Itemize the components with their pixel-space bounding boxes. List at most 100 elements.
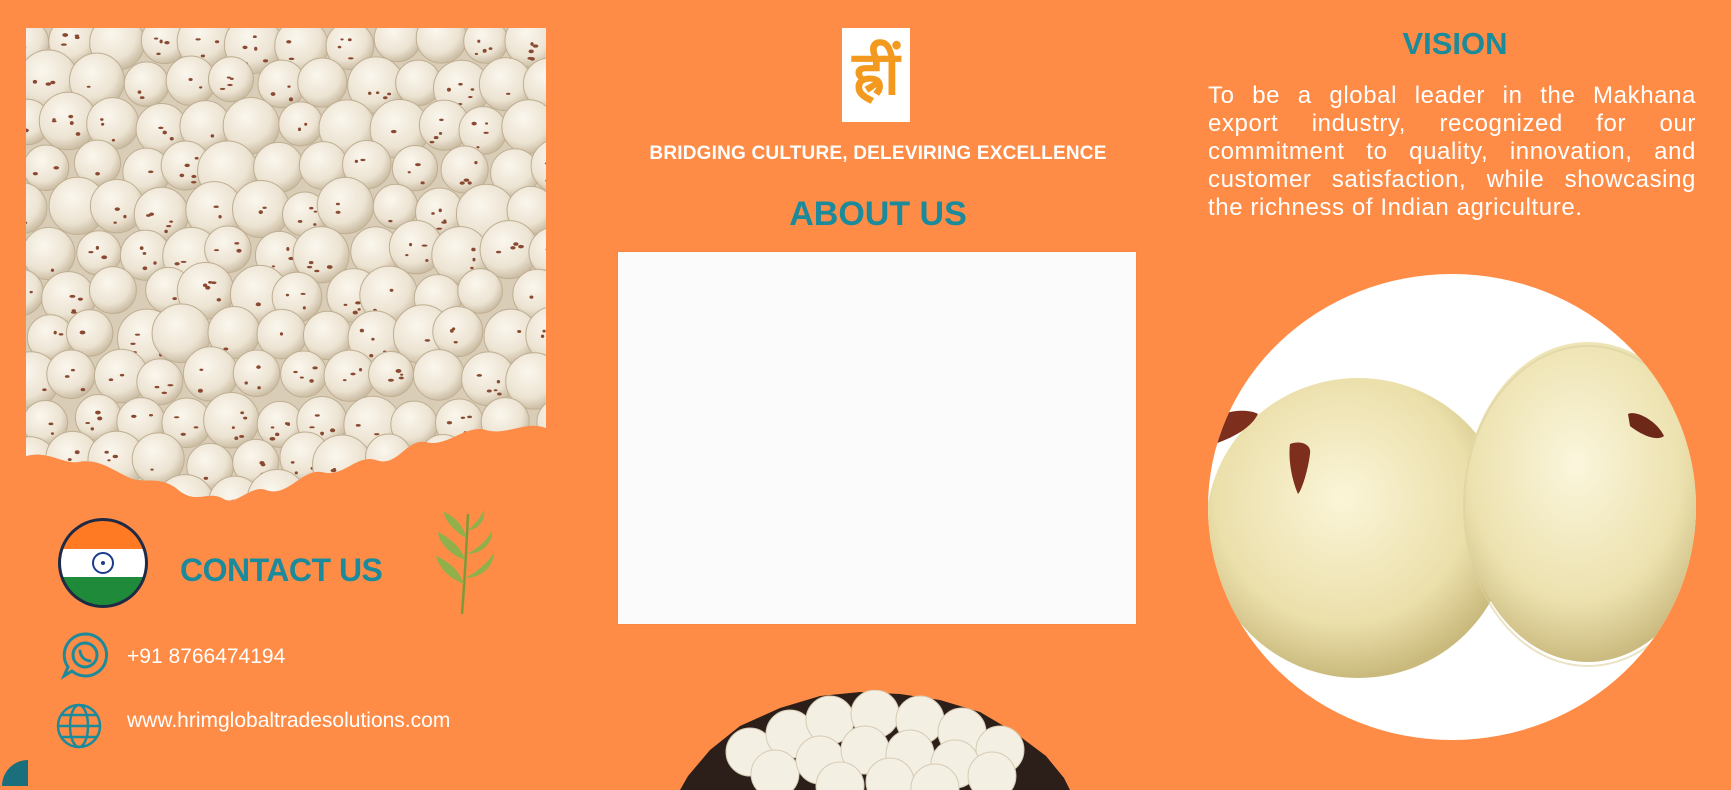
seed-speck <box>340 38 343 40</box>
makhana-seed <box>419 434 467 482</box>
seed-speck <box>138 90 142 93</box>
seed-speck <box>429 500 433 502</box>
seed-speck <box>101 255 107 259</box>
seed-speck <box>474 462 480 464</box>
seed-speck <box>304 123 307 126</box>
seed-speck <box>477 374 483 377</box>
seed-speck <box>242 46 247 49</box>
seed-speck <box>76 132 81 136</box>
seed-speck <box>33 172 38 175</box>
seed-speck <box>371 338 374 341</box>
seed-speck <box>387 93 391 96</box>
whatsapp-icon[interactable] <box>60 630 110 680</box>
seed-speck <box>123 215 126 218</box>
seed-speck <box>336 211 341 214</box>
seed-speck <box>369 354 373 357</box>
seed-speck <box>220 88 226 90</box>
seed-speck <box>533 44 539 47</box>
seed-speck <box>348 38 352 41</box>
seed-speck <box>254 47 257 51</box>
seed-speck <box>289 58 295 61</box>
makhana-seed <box>433 307 483 357</box>
globe-icon[interactable] <box>55 702 103 750</box>
makhana-seed <box>366 434 412 480</box>
seed-speck <box>517 330 521 333</box>
seed-speck <box>470 267 473 269</box>
seed-speck <box>336 203 340 206</box>
seed-speck <box>181 433 186 436</box>
seed-speck <box>203 283 207 287</box>
seed-speck <box>160 40 163 44</box>
seed-speck <box>149 414 153 416</box>
seed-speck <box>188 78 192 81</box>
seed-speck <box>65 375 70 378</box>
seed-speck <box>478 470 482 472</box>
seed-speck <box>142 512 147 515</box>
seed-speck <box>51 432 54 435</box>
seed-speck <box>468 181 472 184</box>
seed-speck <box>70 121 74 125</box>
seed-speck <box>51 269 54 272</box>
seed-speck <box>46 82 52 85</box>
seed-speck <box>465 436 468 439</box>
seed-speck <box>238 503 241 506</box>
seed-speck <box>409 243 412 246</box>
seed-speck <box>390 289 394 292</box>
makhana-closeup-photo <box>1208 274 1696 740</box>
seed-speck <box>343 379 347 381</box>
seed-speck <box>312 366 317 369</box>
seed-speck <box>309 207 313 210</box>
seed-speck <box>271 92 276 96</box>
seed-speck <box>61 43 67 45</box>
seed-speck <box>243 417 247 420</box>
seed-speck <box>431 212 435 215</box>
seed-speck <box>230 78 234 80</box>
seed-speck <box>236 249 241 253</box>
seed-speck <box>496 251 501 254</box>
seed-speck <box>514 434 519 438</box>
seed-speck <box>163 131 167 135</box>
seed-speck <box>331 469 337 472</box>
seed-speck <box>471 88 475 90</box>
seed-speck <box>436 228 442 230</box>
seed-speck <box>452 327 455 330</box>
makhana-seed <box>481 398 529 446</box>
seed-speck <box>240 411 244 414</box>
seed-speck <box>309 426 315 428</box>
seed-speck <box>320 432 324 435</box>
seed-speck <box>95 172 100 176</box>
about-content-box <box>618 252 1136 624</box>
seed-speck <box>286 294 289 297</box>
makhana-seed <box>299 482 351 528</box>
seed-speck <box>231 500 235 503</box>
seed-speck <box>286 40 291 43</box>
seed-speck <box>400 374 403 376</box>
seed-speck <box>135 334 140 336</box>
seed-speck <box>166 225 171 227</box>
seed-speck <box>502 434 508 437</box>
seed-speck <box>33 80 37 84</box>
website-link[interactable]: www.hrimglobaltradesolutions.com <box>127 709 450 733</box>
seed-speck <box>199 369 203 371</box>
makhana-seed <box>279 102 323 146</box>
india-flag-icon <box>57 517 149 609</box>
seed-speck <box>52 118 55 121</box>
seed-speck <box>362 517 367 519</box>
seed-speck <box>78 298 83 301</box>
makhana-seed <box>89 267 136 314</box>
seed-speck <box>158 127 163 130</box>
seed-speck <box>439 132 442 135</box>
seed-speck <box>54 331 57 335</box>
seed-speck <box>353 311 358 315</box>
seed-speck <box>447 88 451 92</box>
seed-speck <box>87 86 91 88</box>
seed-speck <box>289 97 293 101</box>
seed-speck <box>272 265 275 267</box>
seed-speck <box>357 308 360 311</box>
seed-speck <box>383 96 388 99</box>
seed-speck <box>309 261 314 264</box>
phone-number[interactable]: +91 8766474194 <box>127 645 285 669</box>
seed-speck <box>477 40 480 43</box>
seed-speck <box>357 496 363 500</box>
seed-speck <box>408 171 411 173</box>
